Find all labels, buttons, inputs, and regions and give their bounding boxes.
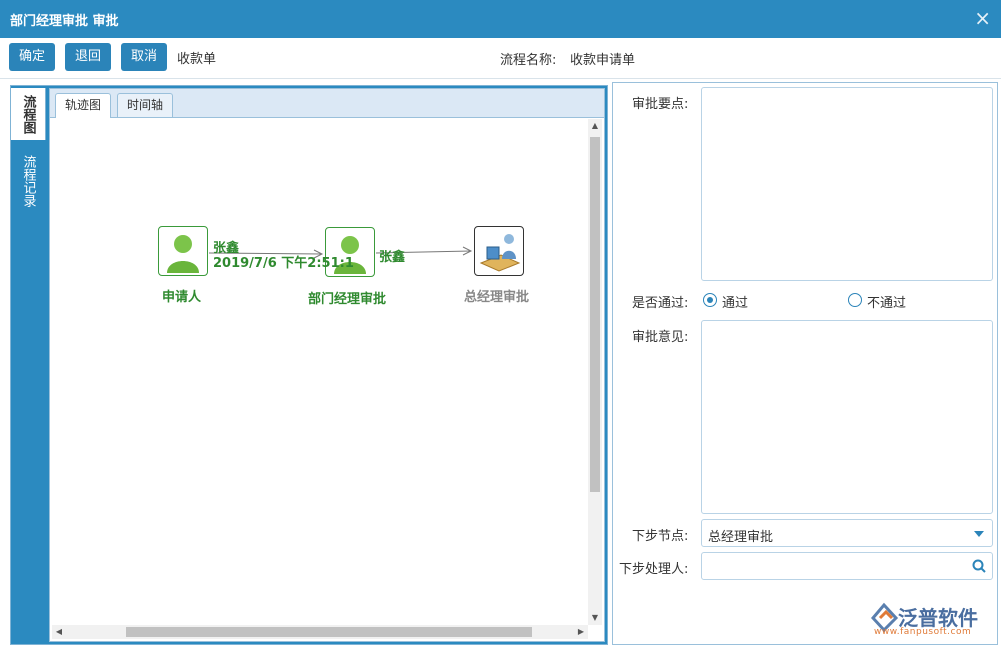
window-title: 部门经理审批 审批 xyxy=(10,10,119,29)
flow-panel: 流程图 流程记录 轨迹图 时间轴 申请人 xyxy=(10,85,608,645)
tab-timeline[interactable]: 时间轴 xyxy=(117,93,173,117)
pass-radio-no[interactable] xyxy=(848,293,862,307)
flow-node-label: 部门经理审批 xyxy=(308,288,386,307)
window-titlebar: 部门经理审批 审批 × xyxy=(0,0,1001,38)
pass-radio-yes[interactable] xyxy=(703,293,717,307)
computer-user-icon xyxy=(475,227,523,275)
pass-option-no-label[interactable]: 不通过 xyxy=(867,292,906,311)
flow-name-label: 流程名称: xyxy=(500,49,556,68)
tab-track-diagram[interactable]: 轨迹图 xyxy=(55,93,111,118)
search-icon[interactable] xyxy=(972,559,986,573)
opinion-textarea[interactable] xyxy=(701,320,993,514)
chevron-down-icon[interactable] xyxy=(974,531,984,537)
diagram-container: 轨迹图 时间轴 申请人 xyxy=(49,88,605,642)
vertical-scroll-thumb[interactable] xyxy=(590,137,600,492)
side-tab-flowchart[interactable]: 流程图 xyxy=(11,88,46,140)
edge-time-label: 2019/7/6 下午2:51:1 xyxy=(213,252,354,271)
confirm-button[interactable]: 确定 xyxy=(9,43,55,71)
flow-edges xyxy=(52,119,588,625)
next-node-select[interactable]: 总经理审批 xyxy=(701,519,993,547)
flow-node-applicant[interactable] xyxy=(158,226,208,276)
brand-url: www.fanpusoft.com xyxy=(874,627,971,637)
brand-logo: 泛普软件 www.fanpusoft.com xyxy=(870,602,994,640)
opinion-label: 审批意见: xyxy=(632,326,688,345)
toolbar: 确定 退回 取消 收款单 流程名称: 收款申请单 xyxy=(0,38,1001,79)
key-points-label: 审批要点: xyxy=(632,93,688,112)
next-node-value: 总经理审批 xyxy=(708,526,773,545)
diagram-tabstrip: 轨迹图 时间轴 xyxy=(50,89,604,118)
pass-label: 是否通过: xyxy=(632,292,688,311)
document-type: 收款单 xyxy=(177,48,216,67)
user-icon xyxy=(159,227,207,275)
edge-user-label: 张鑫 xyxy=(379,246,405,265)
flow-node-label: 申请人 xyxy=(162,286,201,305)
return-button[interactable]: 退回 xyxy=(65,43,111,71)
horizontal-scroll-thumb[interactable] xyxy=(126,627,532,637)
vertical-scrollbar[interactable]: ▲ ▼ xyxy=(588,119,602,625)
scroll-down-icon[interactable]: ▼ xyxy=(588,611,602,625)
scroll-up-icon[interactable]: ▲ xyxy=(588,119,602,133)
flow-name-value: 收款申请单 xyxy=(570,49,635,68)
cancel-button[interactable]: 取消 xyxy=(121,43,167,71)
flow-node-label: 总经理审批 xyxy=(464,286,529,305)
next-node-label: 下步节点: xyxy=(632,525,688,544)
key-points-textarea[interactable] xyxy=(701,87,993,281)
scroll-left-icon[interactable]: ◀ xyxy=(52,625,66,639)
flow-diagram-canvas: 申请人 部门经理审批 总经理审批 张鑫 20 xyxy=(52,119,588,625)
flow-node-general-manager[interactable] xyxy=(474,226,524,276)
horizontal-scrollbar[interactable]: ◀ ▶ xyxy=(52,625,588,639)
pass-option-yes-label[interactable]: 通过 xyxy=(722,292,748,311)
next-handler-label: 下步处理人: xyxy=(619,558,688,577)
approval-form: 审批要点: 是否通过: 通过 不通过 审批意见: 下步节点: 总经理审批 下步处… xyxy=(612,82,998,645)
scroll-right-icon[interactable]: ▶ xyxy=(574,625,588,639)
close-icon[interactable]: × xyxy=(974,7,991,29)
side-tab-flow-records[interactable]: 流程记录 xyxy=(11,146,45,216)
next-handler-field[interactable] xyxy=(701,552,993,580)
